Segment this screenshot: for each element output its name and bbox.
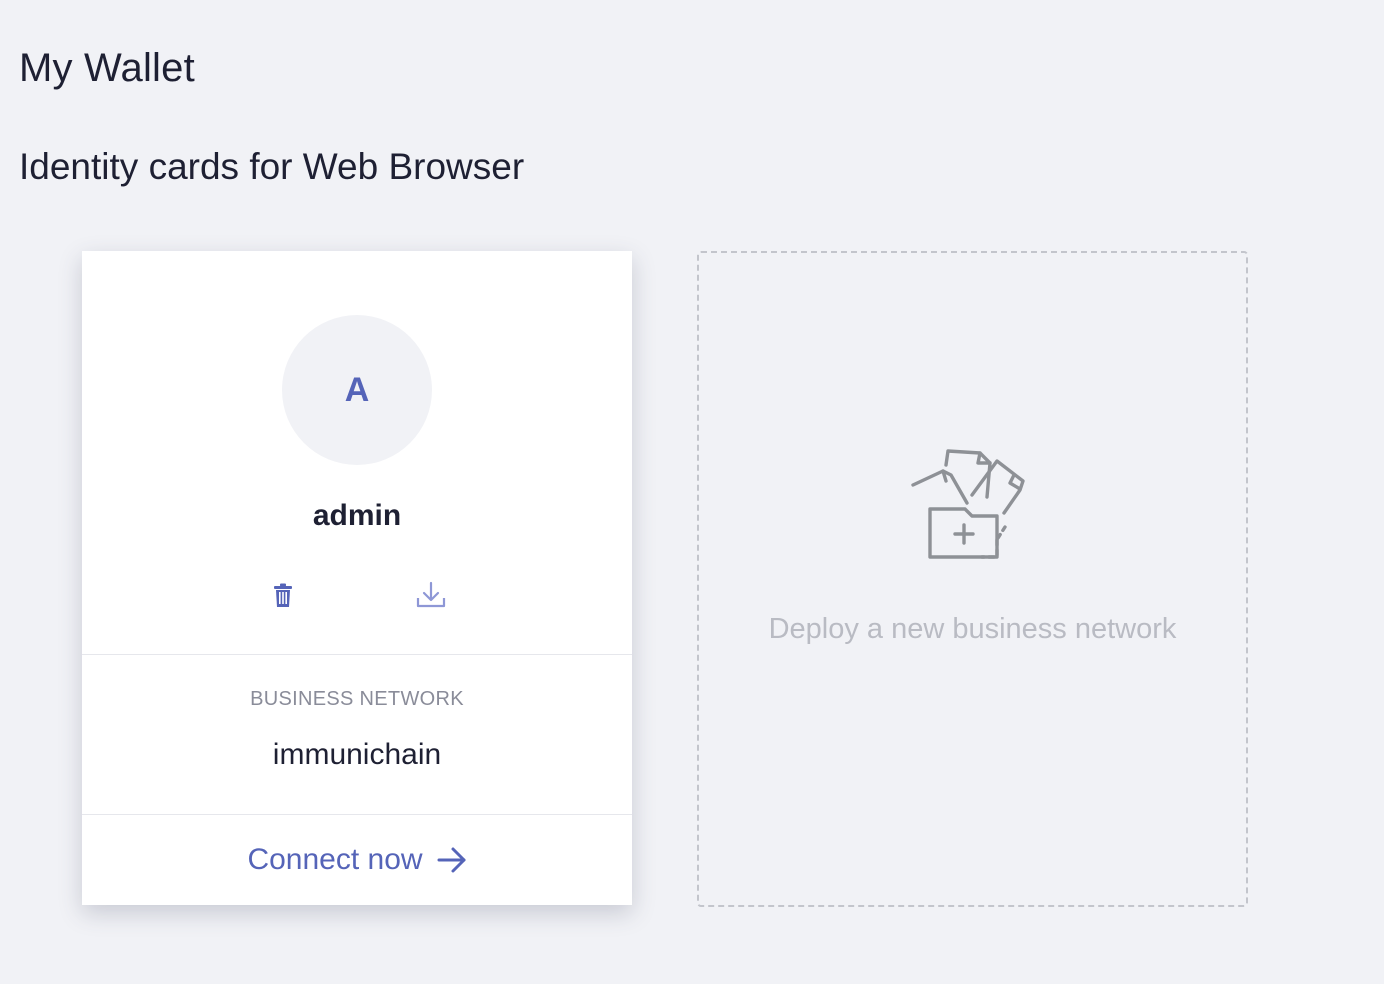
business-network-section: BUSINESS NETWORK immunichain: [82, 655, 632, 815]
deploy-business-network-card[interactable]: Deploy a new business network: [697, 251, 1248, 907]
deploy-network-label: Deploy a new business network: [768, 613, 1177, 645]
export-card-button[interactable]: [415, 579, 447, 611]
arrow-right-icon: [437, 846, 467, 874]
identity-name: admin: [312, 499, 402, 532]
business-network-name: immunichain: [272, 738, 442, 771]
connect-now-button[interactable]: Connect now: [82, 815, 632, 905]
connect-now-label: Connect now: [247, 843, 423, 876]
folder-plus-icon: [911, 449, 1025, 559]
section-title: Identity cards for Web Browser: [19, 146, 525, 187]
identity-card: A admin BUSINESS NETWORK immunichain Con…: [82, 251, 632, 905]
business-network-label: BUSINESS NETWORK: [250, 688, 464, 710]
avatar: A: [282, 315, 432, 465]
trash-icon: [274, 583, 292, 607]
identity-card-header: A admin: [82, 251, 632, 655]
delete-card-button[interactable]: [267, 579, 299, 611]
page-title: My Wallet: [19, 46, 195, 90]
download-icon: [416, 581, 446, 608]
